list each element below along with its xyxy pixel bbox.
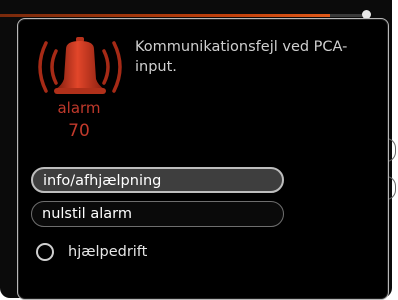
- aid-mode-label: hjælpedrift: [68, 244, 148, 260]
- alarm-bell-icon: [32, 33, 128, 101]
- alarm-dialog: alarm 70 Kommunikationsfejl ved PCA-inpu…: [17, 18, 389, 300]
- info-remedy-button[interactable]: info/afhjælpning: [31, 167, 284, 193]
- aid-mode-radio[interactable]: [36, 243, 54, 261]
- alarm-code: 70: [68, 121, 90, 141]
- background-accent-line: [0, 14, 330, 17]
- reset-alarm-button[interactable]: nulstil alarm: [31, 201, 284, 227]
- background-line-segment: [330, 14, 364, 17]
- aid-mode-option[interactable]: hjælpedrift: [36, 239, 147, 265]
- screen: alarm 70 Kommunikationsfejl ved PCA-inpu…: [0, 0, 398, 300]
- alarm-message: Kommunikationsfejl ved PCA-input.: [135, 39, 348, 75]
- alarm-label: alarm: [57, 99, 101, 117]
